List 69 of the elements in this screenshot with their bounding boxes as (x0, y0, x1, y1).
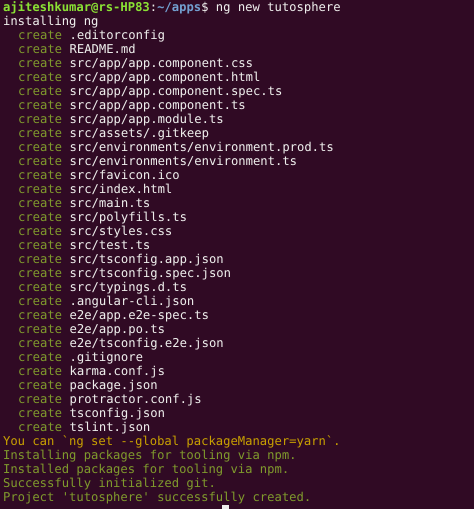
create-label: create (18, 420, 62, 434)
file-path: src/assets/.gitkeep (70, 126, 209, 140)
create-label: create (18, 70, 62, 84)
prompt-symbol: $ (201, 0, 208, 14)
file-path: src/test.ts (70, 238, 150, 252)
prompt-path: ~/apps (157, 0, 202, 14)
file-path: .editorconfig (70, 28, 165, 42)
file-path: e2e/tsconfig.e2e.json (70, 336, 224, 350)
file-path: .gitignore (70, 350, 143, 364)
create-label: create (18, 42, 62, 56)
create-label: create (18, 224, 62, 238)
create-label: create (18, 336, 62, 350)
create-label: create (18, 294, 62, 308)
prompt-separator: : (150, 0, 158, 14)
file-path: README.md (70, 42, 136, 56)
file-path: src/app/app.module.ts (70, 112, 224, 126)
create-label: create (18, 308, 62, 322)
create-label: create (18, 28, 62, 42)
create-label: create (18, 350, 62, 364)
output-line: installing ng (3, 14, 98, 28)
create-label: create (18, 154, 62, 168)
status-line: Installing packages for tooling via npm. (3, 448, 296, 462)
status-line: Successfully initialized git. (3, 476, 216, 490)
file-path: src/tsconfig.app.json (70, 252, 224, 266)
create-label: create (18, 84, 62, 98)
create-label: create (18, 112, 62, 126)
create-label: create (18, 168, 62, 182)
command-text: ng new tutosphere (214, 0, 341, 14)
file-path: .angular-cli.json (70, 294, 194, 308)
file-path: tsconfig.json (70, 406, 165, 420)
create-label: create (18, 406, 62, 420)
create-label: create (18, 238, 62, 252)
create-label: create (18, 140, 62, 154)
create-label: create (18, 280, 62, 294)
file-path: src/main.ts (70, 196, 150, 210)
file-path: package.json (70, 378, 158, 392)
create-label: create (18, 196, 62, 210)
file-path: e2e/app.po.ts (70, 322, 165, 336)
status-line: Installed packages for tooling via npm. (3, 462, 290, 476)
file-path: src/environments/environment.prod.ts (70, 140, 334, 154)
file-path: src/tsconfig.spec.json (70, 266, 231, 280)
create-label: create (18, 98, 62, 112)
file-path: protractor.conf.js (70, 392, 202, 406)
create-label: create (18, 364, 62, 378)
create-label: create (18, 322, 62, 336)
create-label: create (18, 56, 62, 70)
file-path: src/environments/environment.ts (70, 154, 297, 168)
file-path: src/typings.d.ts (70, 280, 187, 294)
create-label: create (18, 266, 62, 280)
file-path: karma.conf.js (70, 364, 165, 378)
file-path: src/app/app.component.css (70, 56, 253, 70)
create-label: create (18, 252, 62, 266)
file-path: src/polyfills.ts (70, 210, 187, 224)
create-label: create (18, 392, 62, 406)
file-path: e2e/app.e2e-spec.ts (70, 308, 209, 322)
file-path: src/styles.css (70, 224, 172, 238)
file-path: tslint.json (70, 420, 150, 434)
status-line: Project 'tutosphere' successfully created. (3, 490, 312, 504)
create-label: create (18, 126, 62, 140)
prompt-user-host: ajiteshkumar@rs-HP83 (3, 0, 150, 14)
file-path: src/app/app.component.html (70, 70, 260, 84)
warning-line: You can `ng set --global packageManager=yarn`. (3, 434, 341, 448)
create-label: create (18, 210, 62, 224)
file-path: src/index.html (70, 182, 172, 196)
file-path: src/app/app.component.spec.ts (70, 84, 282, 98)
file-path: src/favicon.ico (70, 168, 180, 182)
create-label: create (18, 182, 62, 196)
create-label: create (18, 378, 62, 392)
file-path: src/app/app.component.ts (70, 98, 246, 112)
